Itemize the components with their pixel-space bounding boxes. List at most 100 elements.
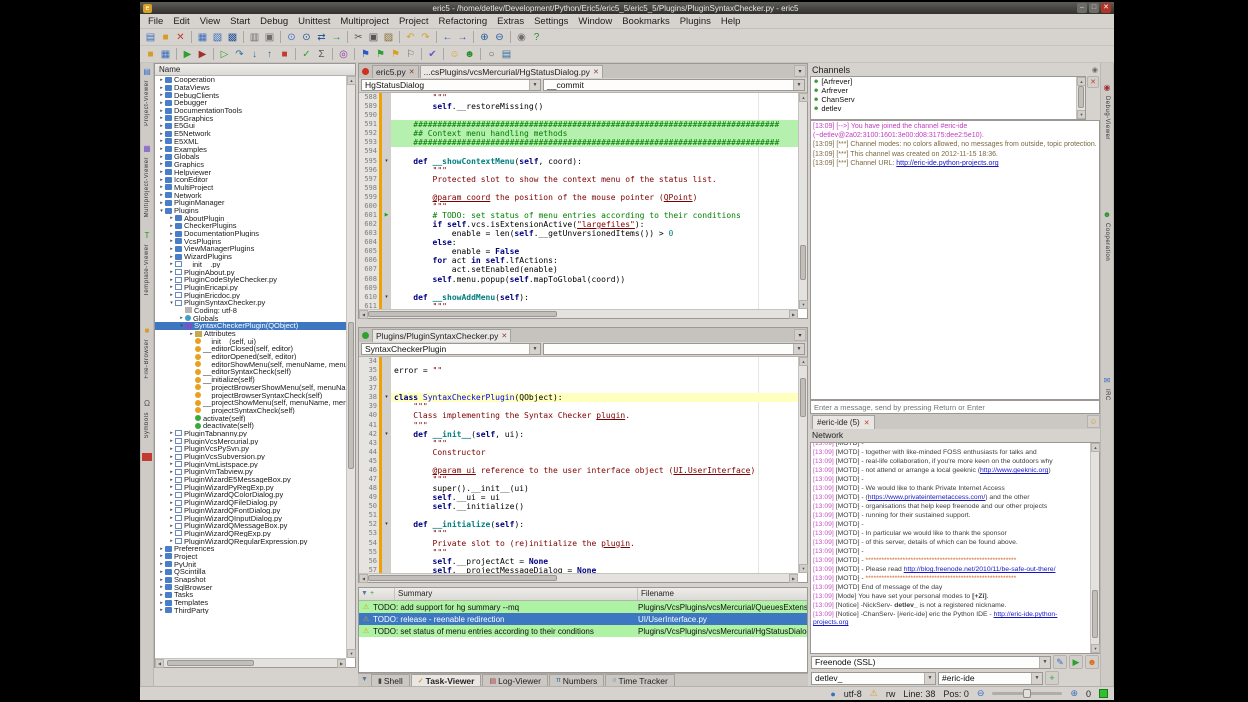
scroll-down-icon[interactable]: ▼ <box>1077 110 1086 119</box>
replace-button[interactable]: ⇄ <box>314 30 329 45</box>
method-combo[interactable]: __commit▼ <box>543 79 805 91</box>
tree-item-projectsyntaxcheck-self[interactable]: __projectSyntaxCheck(self) <box>155 407 346 415</box>
fold-icon[interactable]: ▾ <box>382 157 391 166</box>
tree-item-init-py[interactable]: ▸__init__.py <box>155 261 346 269</box>
continue-button[interactable]: ▷ <box>217 47 232 62</box>
code-view[interactable]: 588 """589 self.__restoreMissing()590591… <box>359 93 798 309</box>
tree-item-pluginmanager[interactable]: ▸PluginManager <box>155 199 346 207</box>
maximize-button[interactable]: □ <box>1089 3 1099 13</box>
tab-numbers[interactable]: πNumbers <box>549 674 604 686</box>
tree-item-snapshot[interactable]: ▸Snapshot <box>155 576 346 584</box>
bookmark-next-button[interactable]: ⚑ <box>373 47 388 62</box>
tree-item-pluginericapi-py[interactable]: ▸PluginEricapi.py <box>155 284 346 292</box>
dock-pin-icon[interactable]: ◉ <box>1092 66 1098 74</box>
menu-view[interactable]: View <box>195 16 225 27</box>
close-icon[interactable]: ✕ <box>593 68 599 76</box>
close-button[interactable]: ✕ <box>173 30 188 45</box>
user-arfrever[interactable]: ☻Arfrever <box>811 86 1085 95</box>
tree-item-helpviewer[interactable]: ▸Helpviewer <box>155 168 346 176</box>
editor-tab-csplugins-vcsmercurial-hgstatusdialog-py[interactable]: ...csPlugins/vcsMercurial/HgStatusDialog… <box>420 65 603 78</box>
expand-icon[interactable]: ▸ <box>168 477 175 483</box>
close-button[interactable]: ✕ <box>1101 3 1111 13</box>
code-metrics-button[interactable]: Σ <box>314 47 329 62</box>
tree-item-debugclients[interactable]: ▸DebugClients <box>155 91 346 99</box>
scroll-down-icon[interactable]: ▼ <box>799 300 808 309</box>
tree-item-cooperation[interactable]: ▸Cooperation <box>155 76 346 84</box>
tree-item-syntaxcheckerplugin-qobject[interactable]: ▾SyntaxCheckerPlugin(QObject) <box>155 322 346 330</box>
scroll-thumb[interactable] <box>348 322 354 469</box>
message-link[interactable]: http://eric-ide.python-projects.org <box>896 160 998 167</box>
tree-item-attributes[interactable]: ▸Attributes <box>155 330 346 338</box>
tree-item-thirdparty[interactable]: ▸ThirdParty <box>155 606 346 614</box>
tree-item-initialize-self[interactable]: __initialize(self) <box>155 376 346 384</box>
tree-item-tasks[interactable]: ▸Tasks <box>155 591 346 599</box>
expand-icon[interactable]: ▸ <box>168 254 175 260</box>
tree-item-multiproject[interactable]: ▸MultiProject <box>155 184 346 192</box>
scroll-left-icon[interactable]: ◀ <box>359 310 368 319</box>
save-all-button[interactable]: ▩ <box>225 30 240 45</box>
editor-tab-plugins-pluginsyntaxchecker-py[interactable]: Plugins/PluginSyntaxChecker.py✕ <box>372 329 511 342</box>
expand-icon[interactable]: ▸ <box>168 469 175 475</box>
goto-button[interactable]: → <box>329 30 344 45</box>
menu-file[interactable]: File <box>143 16 168 27</box>
menu-project[interactable]: Project <box>394 16 434 27</box>
task-row[interactable]: ⚠TODO: set status of menu entries accord… <box>359 625 807 637</box>
tree-item-pluginvcspysvn-py[interactable]: ▸PluginVcsPySvn.py <box>155 445 346 453</box>
tab-time-tracker[interactable]: ○Time Tracker <box>605 674 675 686</box>
tree-item-checkerplugins[interactable]: ▸CheckerPlugins <box>155 222 346 230</box>
tree-item-examples[interactable]: ▸Examples <box>155 145 346 153</box>
tree-item-pluginwizardqregularexpression-py[interactable]: ▸PluginWizardQRegularExpression.py <box>155 537 346 545</box>
paste-button[interactable]: ▨ <box>381 30 396 45</box>
emoticons-button[interactable]: ☺ <box>1087 415 1100 428</box>
expand-icon[interactable]: ▸ <box>168 515 175 521</box>
sidebar-tab-multiproject-viewer[interactable]: ▦Multiproject-Viewer <box>143 144 151 217</box>
fold-icon[interactable]: ▾ <box>382 293 391 302</box>
tree-item-editorclosed-self-editor[interactable]: __editorClosed(self, editor) <box>155 345 346 353</box>
expand-icon[interactable]: ▸ <box>158 184 165 190</box>
collapse-icon[interactable]: ▾ <box>168 300 175 306</box>
expand-icon[interactable]: ▸ <box>158 92 165 98</box>
expand-icon[interactable]: ▸ <box>168 277 175 283</box>
spell-check-button[interactable]: ✔ <box>425 47 440 62</box>
open-project-button[interactable]: ■ <box>143 47 158 62</box>
expand-icon[interactable]: ▸ <box>168 223 175 229</box>
expand-icon[interactable]: ▸ <box>158 546 165 552</box>
unittest-button[interactable]: ◎ <box>336 47 351 62</box>
expand-icon[interactable]: ▸ <box>158 138 165 144</box>
tab-list-button[interactable]: ▾ <box>794 65 806 77</box>
tree-item-pluginvcsmercurial-py[interactable]: ▸PluginVcsMercurial.py <box>155 437 346 445</box>
tree-item-pluginwizardqcolordialog-py[interactable]: ▸PluginWizardQColorDialog.py <box>155 491 346 499</box>
away-button[interactable]: ☻ <box>1085 655 1099 669</box>
tree-item-pluginwizardpyregexp-py[interactable]: ▸PluginWizardPyRegExp.py <box>155 483 346 491</box>
menu-bookmarks[interactable]: Bookmarks <box>617 16 675 27</box>
print-button[interactable]: ▥ <box>247 30 262 45</box>
tree-item-pluginsyntaxchecker-py[interactable]: ▾PluginSyntaxChecker.py <box>155 299 346 307</box>
tree-item-plugintabnanny-py[interactable]: ▸PluginTabnanny.py <box>155 430 346 438</box>
scroll-right-icon[interactable]: ▶ <box>789 310 798 319</box>
join-network-button[interactable]: ▶ <box>1069 655 1083 669</box>
syntax-check-button[interactable]: ✓ <box>299 47 314 62</box>
menu-multiproject[interactable]: Multiproject <box>335 16 394 27</box>
join-channel-button[interactable]: + <box>1045 671 1059 685</box>
tree-item-documentationplugins[interactable]: ▸DocumentationPlugins <box>155 230 346 238</box>
tree-item-pluginwizardqmessagebox-py[interactable]: ▸PluginWizardQMessageBox.py <box>155 522 346 530</box>
expand-icon[interactable]: ▸ <box>168 231 175 237</box>
expand-icon[interactable]: ▸ <box>168 238 175 244</box>
tree-item-vcsplugins[interactable]: ▸VcsPlugins <box>155 237 346 245</box>
tree-item-e5xml[interactable]: ▸E5XML <box>155 138 346 146</box>
message-link[interactable]: https://www.privateinternetaccess.com/ <box>868 494 985 501</box>
sidebar-tab-project-viewer[interactable]: ▤Project-Viewer <box>143 67 151 126</box>
editor-splitter[interactable] <box>358 319 808 327</box>
tree-item-iconeditor[interactable]: ▸IconEditor <box>155 176 346 184</box>
menu-window[interactable]: Window <box>573 16 617 27</box>
expand-icon[interactable]: ▸ <box>168 523 175 529</box>
tree-item-pluginwizardqregexp-py[interactable]: ▸PluginWizardQRegExp.py <box>155 530 346 538</box>
expand-icon[interactable]: ▸ <box>158 146 165 152</box>
scroll-left-icon[interactable]: ◀ <box>359 574 368 583</box>
bookmark-previous-button[interactable]: ⚑ <box>388 47 403 62</box>
editor-tab-eric5-py[interactable]: eric5.py✕ <box>372 65 419 78</box>
expand-icon[interactable]: ▸ <box>158 169 165 175</box>
scroll-thumb[interactable] <box>800 378 806 418</box>
menu-settings[interactable]: Settings <box>529 16 573 27</box>
column-header-summary[interactable]: Summary <box>395 588 638 600</box>
